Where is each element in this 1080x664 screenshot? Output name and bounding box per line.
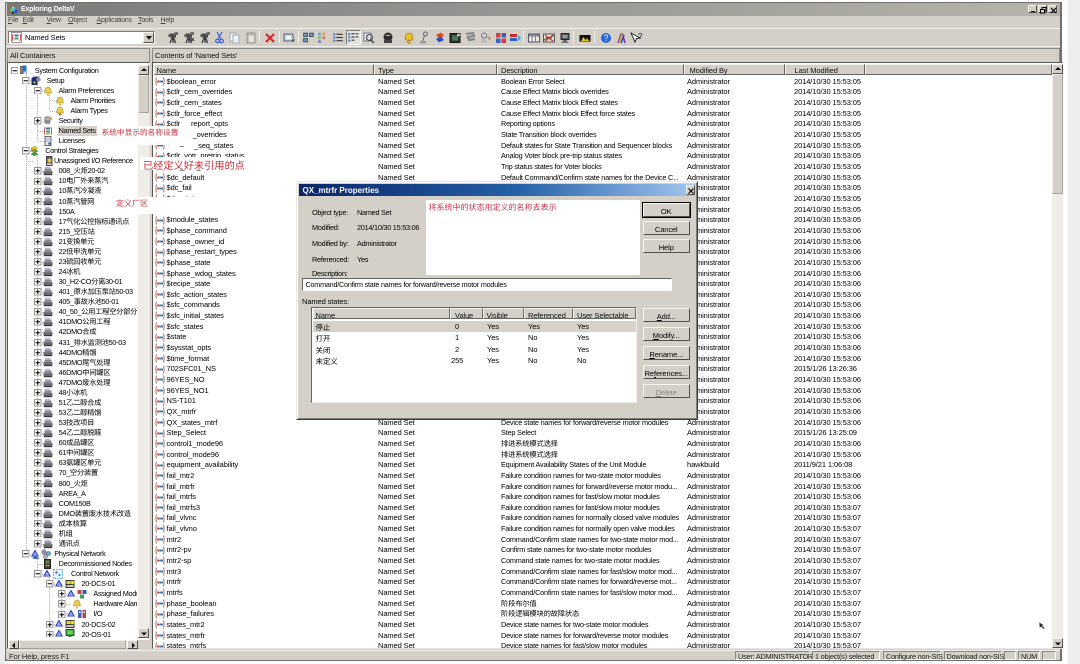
svg-text:?: ?: [638, 32, 643, 41]
svg-text:?: ?: [604, 33, 609, 43]
